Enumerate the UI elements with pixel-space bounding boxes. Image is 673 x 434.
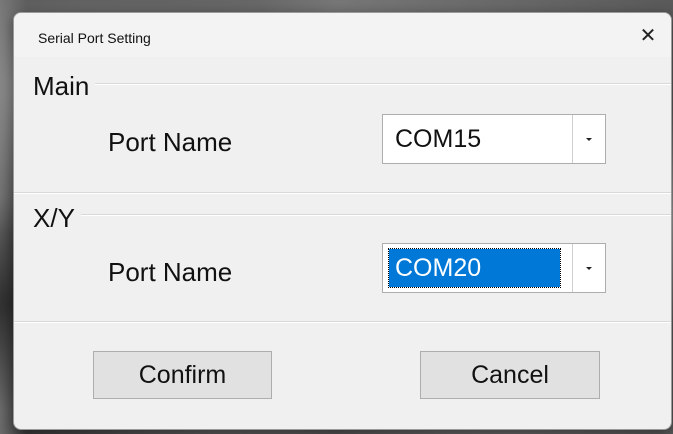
main-port-name-value: COM15 (395, 125, 482, 153)
xy-port-name-value: COM20 (388, 248, 561, 288)
separator-main-xy (14, 192, 671, 194)
close-button[interactable]: ✕ (625, 13, 671, 57)
separator-buttons (14, 321, 671, 323)
title-bar[interactable]: Serial Port Setting ✕ (14, 13, 671, 57)
chevron-down-icon (586, 137, 592, 141)
confirm-button[interactable]: Confirm (93, 351, 272, 399)
chevron-down-icon (586, 266, 592, 270)
window-title: Serial Port Setting (38, 30, 151, 46)
xy-port-name-label: Port Name (108, 257, 233, 287)
cancel-button[interactable]: Cancel (420, 351, 600, 399)
main-group-title: Main (33, 71, 96, 102)
xy-group-title: X/Y (33, 203, 81, 234)
xy-port-name-combobox[interactable]: COM20 (382, 243, 606, 293)
close-icon: ✕ (639, 24, 657, 47)
main-group-border (38, 83, 671, 85)
main-port-name-combobox[interactable]: COM15 (382, 114, 606, 164)
serial-port-setting-dialog: Serial Port Setting ✕ Main Port Name COM… (13, 12, 672, 430)
xy-port-dropdown-button[interactable] (572, 244, 605, 292)
xy-group-border (38, 214, 671, 216)
main-port-name-label: Port Name (108, 127, 233, 157)
main-port-dropdown-button[interactable] (572, 115, 605, 163)
